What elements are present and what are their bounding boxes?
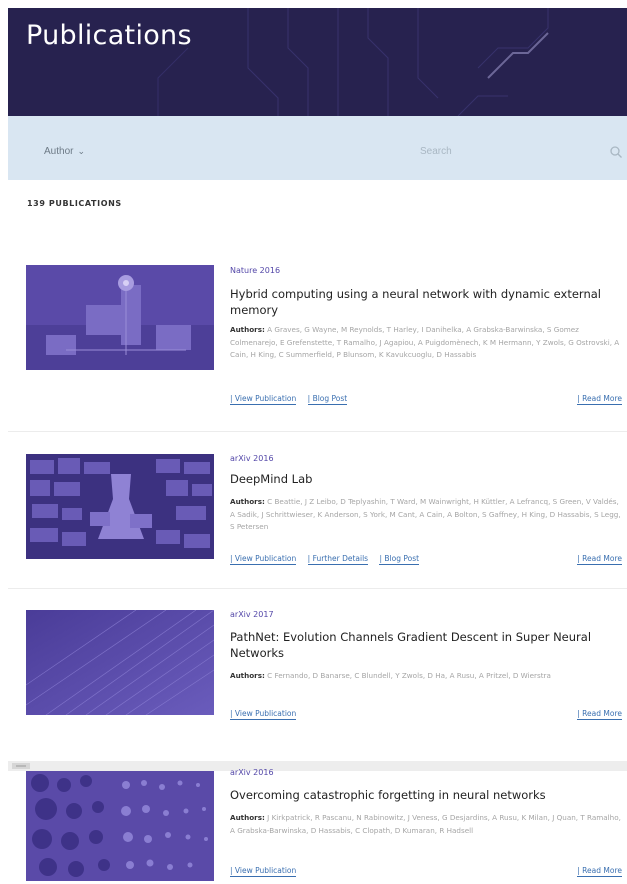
page-title: Publications [26,20,192,51]
publication-authors: Authors: C Beattie, J Z Leibo, D Teplyas… [230,496,622,534]
authors-label: Authors: [230,671,265,680]
publication-thumbnail[interactable] [26,610,214,715]
read-more-link[interactable]: | Read More [577,394,622,405]
filter-bar: Author ⌄ [8,116,627,180]
publication-links: | View Publication | Blog Post | Read Mo… [230,394,622,408]
view-publication-link[interactable]: | View Publication [230,554,297,565]
publication-thumbnail[interactable] [26,265,214,370]
divider [8,588,627,589]
authors-list: C Beattie, J Z Leibo, D Teplyashin, T Wa… [230,497,621,531]
publication-authors: Authors: C Fernando, D Banarse, C Blunde… [230,670,622,683]
scroll-overlay-strip [8,761,627,771]
publication-title[interactable]: PathNet: Evolution Channels Gradient Des… [230,629,620,661]
hero-banner: Publications [8,8,627,116]
publication-title[interactable]: Overcoming catastrophic forgetting in ne… [230,787,620,803]
authors-label: Authors: [230,497,265,506]
authors-label: Authors: [230,813,265,822]
authors-list: J Kirkpatrick, R Pascanu, N Rabinowitz, … [230,813,621,835]
publication-title[interactable]: Hybrid computing using a neural network … [230,286,620,318]
author-filter-dropdown[interactable]: Author ⌄ [44,146,85,157]
publication-venue: arXiv 2017 [230,610,274,619]
publication-thumbnail[interactable] [26,771,214,881]
authors-list: A Graves, G Wayne, M Reynolds, T Harley,… [230,325,620,359]
drag-handle-icon[interactable] [12,763,30,769]
chevron-down-icon: ⌄ [77,146,86,156]
publication-links: | View Publication | Read More [230,866,622,880]
publication-venue: arXiv 2016 [230,454,274,463]
search-icon[interactable] [609,145,623,159]
divider [8,431,627,432]
read-more-link[interactable]: | Read More [577,554,622,565]
search-input[interactable] [420,140,610,162]
publication-authors: Authors: A Graves, G Wayne, M Reynolds, … [230,324,622,362]
publication-links: | View Publication | Further Details | B… [230,554,622,568]
publication-title[interactable]: DeepMind Lab [230,471,620,487]
publication-links: | View Publication | Read More [230,709,622,723]
authors-label: Authors: [230,325,265,334]
publications-count: 139 PUBLICATIONS [27,199,122,208]
blog-post-link[interactable]: | Blog Post [379,554,420,565]
view-publication-link[interactable]: | View Publication [230,866,297,877]
publication-thumbnail[interactable] [26,454,214,559]
authors-list: C Fernando, D Banarse, C Blundell, Y Zwo… [267,671,551,680]
publication-venue: Nature 2016 [230,266,281,275]
publication-venue: arXiv 2016 [230,768,274,777]
read-more-link[interactable]: | Read More [577,866,622,877]
view-publication-link[interactable]: | View Publication [230,394,297,405]
blog-post-link[interactable]: | Blog Post [307,394,348,405]
publications-page: Publications Author ⌄ 139 PUBLICATIONS [8,8,627,884]
read-more-link[interactable]: | Read More [577,709,622,720]
view-publication-link[interactable]: | View Publication [230,709,297,720]
further-details-link[interactable]: | Further Details [307,554,369,565]
publication-authors: Authors: J Kirkpatrick, R Pascanu, N Rab… [230,812,622,837]
author-filter-label: Author [44,146,74,157]
